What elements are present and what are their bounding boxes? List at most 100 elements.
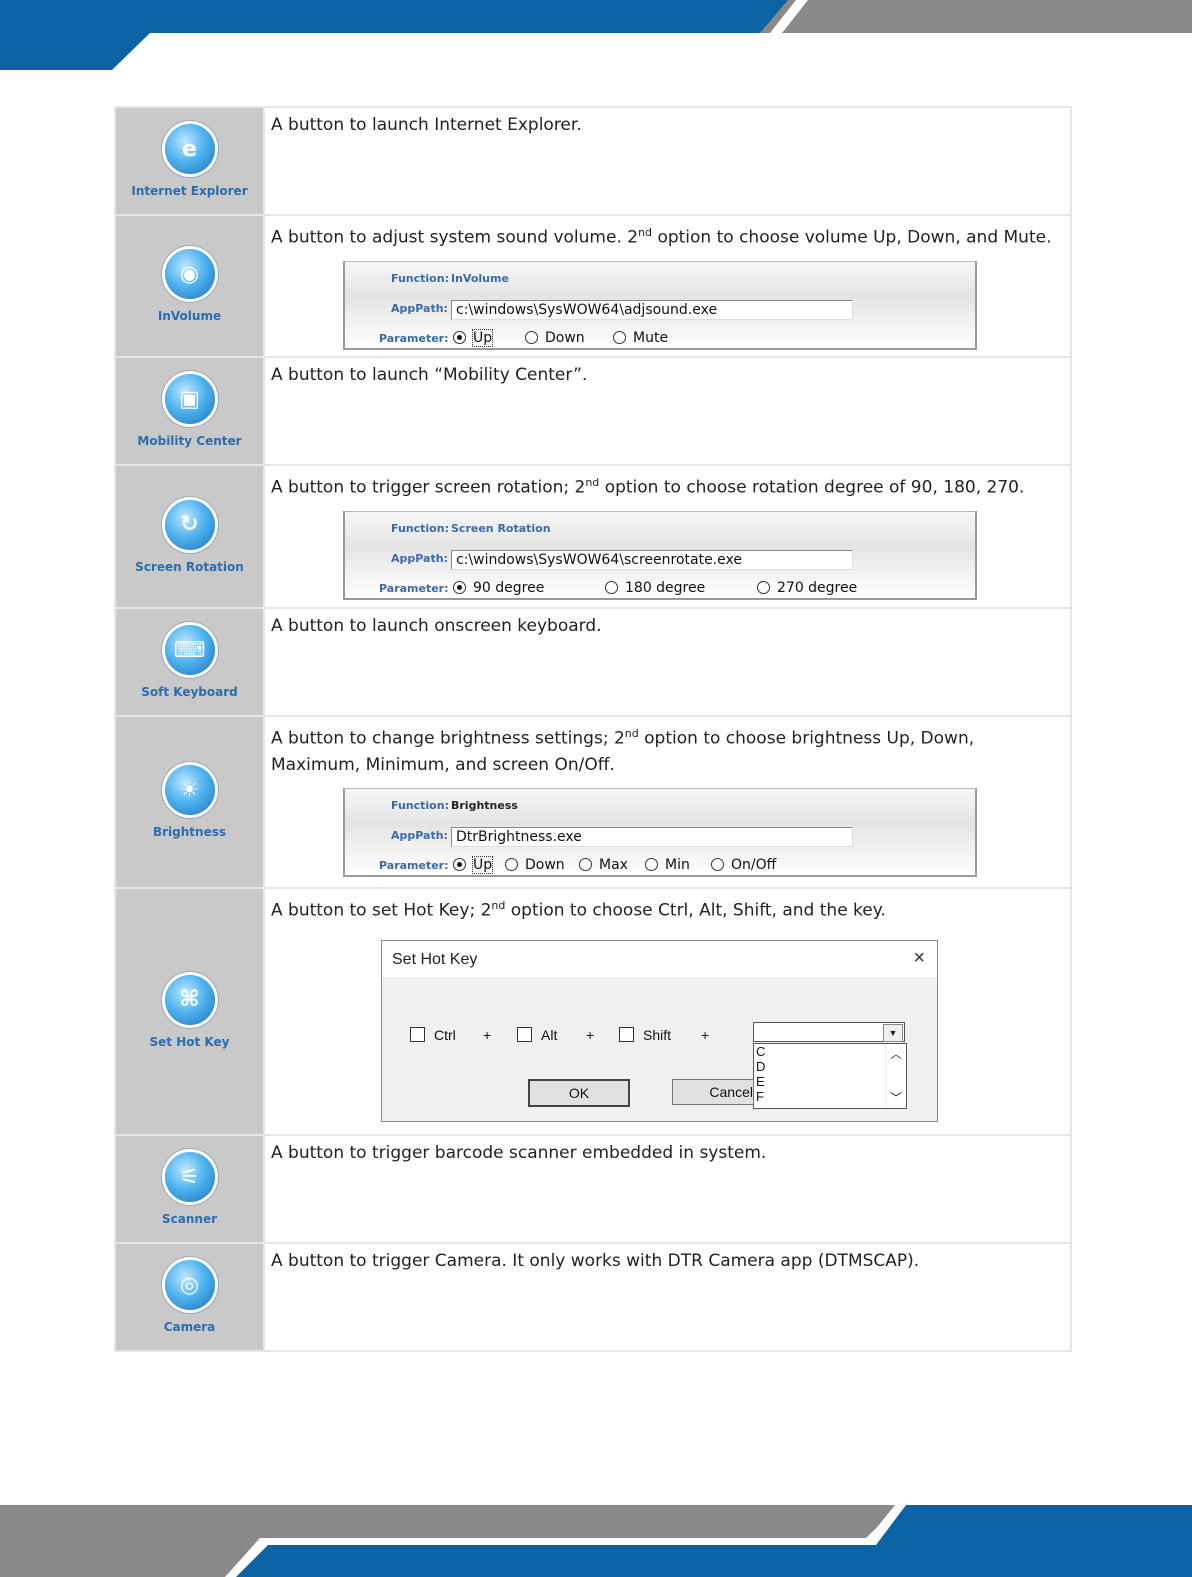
- icon-button-hot-key[interactable]: ⌘ Set Hot Key: [116, 889, 263, 1134]
- ok-button[interactable]: OK: [528, 1078, 630, 1107]
- icon-glyph: ◉: [179, 261, 200, 287]
- table-row: ◎ Camera A button to trigger Camera. It on…: [114, 1242, 1072, 1352]
- parameter-radio-down[interactable]: Down: [525, 330, 585, 346]
- icon-button-internet-explorer[interactable]: e Internet Explorer: [116, 108, 263, 214]
- key-option[interactable]: F: [754, 1089, 906, 1104]
- icon-label: Screen Rotation: [135, 559, 244, 574]
- footer-band: [0, 1505, 1192, 1577]
- icon-cell: ⌘ Set Hot Key: [114, 887, 265, 1136]
- ordinal-suffix: nd: [638, 226, 653, 239]
- description-text: A button to launch “Mobility Center”.: [271, 365, 588, 385]
- icon-button-keyboard[interactable]: ⌨ Soft Keyboard: [116, 609, 263, 715]
- scroll-up-icon[interactable]: ︿: [890, 1047, 902, 1062]
- parameter-radio-180-degree[interactable]: 180 degree: [605, 580, 705, 596]
- icon-label: Brightness: [152, 825, 226, 839]
- description-pre: A button to change brightness settings; …: [271, 728, 625, 749]
- scroll-down-icon[interactable]: ﹀: [890, 1091, 902, 1106]
- description-cell: A button to launch onscreen keyboard.: [263, 607, 1072, 717]
- apppath-label: AppPath:: [391, 828, 448, 842]
- function-label: Function:: [391, 798, 449, 812]
- apppath-field[interactable]: c:\windows\SysWOW64\adjsound.exe: [451, 299, 853, 320]
- chevron-down-icon[interactable]: ▼: [883, 1023, 903, 1042]
- parameter-radio-min[interactable]: Min: [645, 857, 690, 873]
- parameter-label: Parameter:: [379, 858, 449, 872]
- radio-label: 180 degree: [625, 579, 706, 596]
- apppath-field[interactable]: DtrBrightness.exe: [451, 826, 853, 847]
- key-select[interactable]: ▼: [753, 1021, 905, 1042]
- scanner-icon: ⚟: [164, 1152, 215, 1202]
- radio-dot: [613, 331, 626, 345]
- parameter-radio-on-off[interactable]: On/Off: [711, 857, 776, 873]
- key-options-list[interactable]: C D E F ︿ ﹀: [753, 1042, 907, 1109]
- table-row: ▣ Mobility Center A button to launch “Mobi…: [114, 356, 1072, 466]
- icon-button-mobility-center[interactable]: ▣ Mobility Center: [116, 358, 263, 464]
- description-text: A button to trigger barcode scanner embe…: [271, 1143, 767, 1163]
- apppath-label: AppPath:: [391, 301, 448, 315]
- parameter-radio-90-degree[interactable]: 90 degree: [453, 580, 544, 596]
- radio-dot: [505, 858, 518, 872]
- checkbox-box: [619, 1027, 634, 1043]
- key-option[interactable]: C: [754, 1044, 906, 1059]
- key-option[interactable]: E: [754, 1074, 906, 1089]
- description-cell: A button to launch “Mobility Center”.: [263, 356, 1072, 466]
- icon-button-scanner[interactable]: ⚟ Scanner: [116, 1136, 263, 1242]
- radio-dot: [453, 331, 466, 345]
- parameter-radio-down[interactable]: Down: [505, 857, 565, 873]
- radio-label: Up: [471, 328, 494, 347]
- settings-panel: Function: Screen Rotation AppPath: c:\windo…: [343, 510, 977, 600]
- ordinal-suffix: nd: [624, 727, 639, 740]
- icon-glyph: ⌘: [179, 987, 200, 1012]
- table-row: ⌘ Set Hot Key A button to set Hot Key; 2nd…: [114, 887, 1072, 1136]
- checkbox-alt[interactable]: Alt: [517, 1027, 557, 1043]
- description-text: A button to change brightness settings; …: [265, 717, 1070, 778]
- radio-label: Up: [471, 855, 494, 874]
- icon-button-camera[interactable]: ◎ Camera: [116, 1244, 263, 1350]
- description-cell: A button to launch Internet Explorer.: [263, 106, 1072, 216]
- apppath-field[interactable]: c:\windows\SysWOW64\screenrotate.exe: [451, 549, 853, 570]
- radio-dot: [579, 858, 592, 872]
- ordinal-suffix: nd: [491, 899, 506, 912]
- table-row: ⌨ Soft Keyboard A button to launch onscree…: [114, 607, 1072, 717]
- volume-icon: ◉: [164, 249, 215, 299]
- camera-icon: ◎: [164, 1260, 215, 1310]
- checkbox-label: Alt: [541, 1026, 558, 1043]
- key-option[interactable]: D: [754, 1059, 906, 1074]
- parameter-radio-max[interactable]: Max: [579, 857, 628, 873]
- radio-label: 270 degree: [777, 579, 858, 596]
- icon-button-brightness[interactable]: ☀ Brightness: [116, 717, 263, 887]
- icon-label: Mobility Center: [137, 434, 242, 448]
- icon-label: InVolume: [157, 309, 222, 323]
- radio-dot: [453, 581, 466, 595]
- icon-cell: ▣ Mobility Center: [114, 356, 265, 466]
- checkbox-shift[interactable]: Shift: [619, 1027, 671, 1043]
- internet-explorer-icon: e: [164, 124, 215, 174]
- table-row: ☀ Brightness A button to change brightness…: [114, 715, 1072, 889]
- icon-button-screen-rotation[interactable]: ↻ Screen Rotation: [116, 466, 263, 607]
- description-text: A button to launch onscreen keyboard.: [271, 616, 602, 636]
- radio-dot: [757, 581, 770, 595]
- parameter-radio-up[interactable]: Up: [453, 855, 494, 874]
- description-cell: A button to set Hot Key; 2nd option to c…: [263, 887, 1072, 1136]
- cancel-button[interactable]: Cancel: [672, 1078, 754, 1105]
- close-icon[interactable]: ×: [913, 947, 925, 970]
- description-post: option to choose volume Up, Down, and Mu…: [652, 227, 1052, 248]
- apppath-label: AppPath:: [391, 551, 448, 565]
- keyboard-icon: ⌨: [164, 625, 215, 675]
- screen-rotation-icon: ↻: [164, 499, 215, 550]
- description-text: A button to set Hot Key; 2nd option to c…: [265, 889, 1070, 924]
- description-pre: A button to adjust system sound volume. …: [271, 227, 639, 248]
- description-post: option to choose Ctrl, Alt, Shift, and t…: [505, 900, 886, 921]
- icon-button-volume[interactable]: ◉ InVolume: [116, 216, 263, 356]
- description-cell: A button to change brightness settings; …: [263, 715, 1072, 889]
- parameter-radio-270-degree[interactable]: 270 degree: [757, 580, 857, 596]
- icon-glyph: ⌨: [173, 637, 206, 663]
- feature-table: e Internet Explorer A button to launch Int…: [114, 106, 1072, 1352]
- checkbox-ctrl[interactable]: Ctrl: [410, 1027, 456, 1043]
- function-label: Function:: [391, 271, 449, 285]
- description-text: A button to adjust system sound volume. …: [265, 216, 1070, 251]
- icon-cell: ◎ Camera: [114, 1242, 265, 1352]
- description-cell: A button to adjust system sound volume. …: [263, 214, 1072, 358]
- parameter-radio-up[interactable]: Up: [453, 328, 494, 347]
- parameter-radio-mute[interactable]: Mute: [613, 330, 668, 346]
- icon-label: Set Hot Key: [149, 1034, 230, 1049]
